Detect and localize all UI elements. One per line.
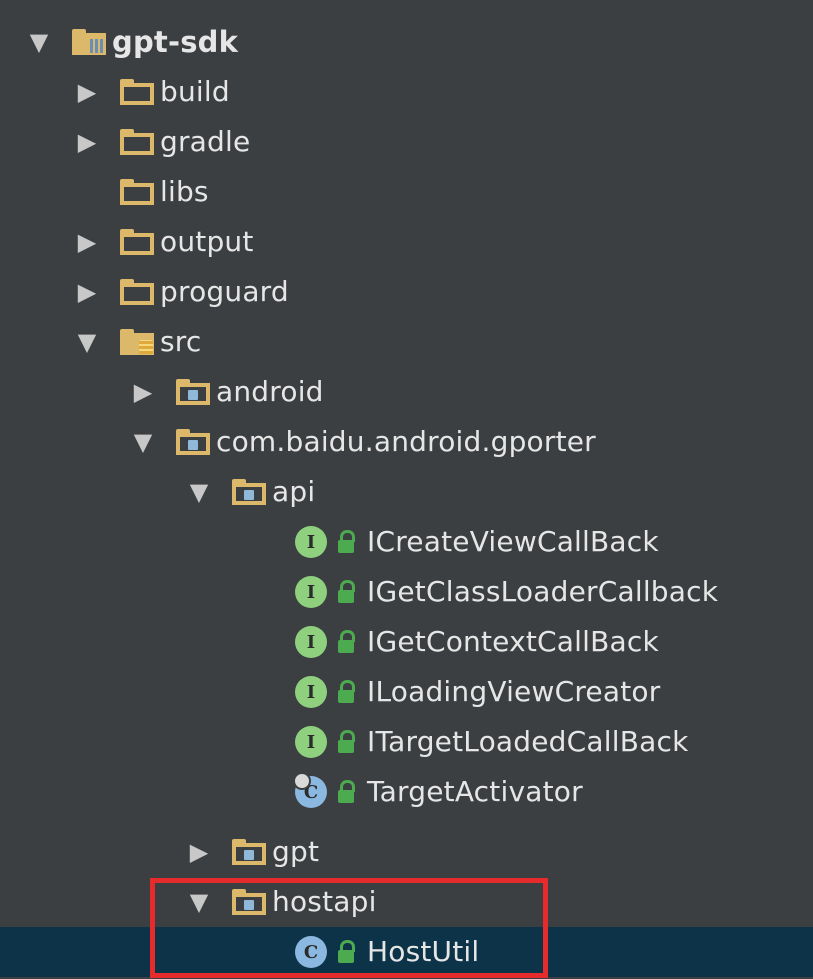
public-lock-icon xyxy=(337,629,355,655)
interface-icon: I xyxy=(295,626,327,658)
tree-node-hostutil[interactable]: C HostUtil xyxy=(0,927,813,977)
folder-icon xyxy=(120,279,154,305)
tree-node-gporter[interactable]: ▼ com.baidu.android.gporter xyxy=(0,417,813,467)
node-label: ITargetLoadedCallBack xyxy=(367,725,689,758)
collapse-arrow-icon[interactable]: ▶ xyxy=(74,217,100,267)
interface-icon: I xyxy=(295,526,327,558)
node-label: com.baidu.android.gporter xyxy=(216,425,596,458)
tree-node-output[interactable]: ▶ output xyxy=(0,217,813,267)
tree-node-libs[interactable]: libs xyxy=(0,167,813,217)
public-lock-icon xyxy=(337,939,355,965)
folder-icon xyxy=(120,179,154,205)
node-label: ICreateViewCallBack xyxy=(367,525,659,558)
expand-arrow-icon[interactable]: ▼ xyxy=(74,317,100,367)
tree-node-icreateviewcallback[interactable]: I ICreateViewCallBack xyxy=(0,517,813,567)
tree-node-src[interactable]: ▼ src xyxy=(0,317,813,367)
tree-node-gpt-sdk[interactable]: ▼ gpt-sdk xyxy=(0,17,813,67)
interface-icon: I xyxy=(295,576,327,608)
tree-node-igetclassloadercallback[interactable]: I IGetClassLoaderCallback xyxy=(0,567,813,617)
expand-arrow-icon[interactable]: ▼ xyxy=(186,877,212,927)
folder-icon xyxy=(120,229,154,255)
tree-node-build[interactable]: ▶ build xyxy=(0,67,813,117)
source-folder-icon xyxy=(120,329,154,355)
public-lock-icon xyxy=(337,579,355,605)
tree-node-targetactivator[interactable]: C TargetActivator xyxy=(0,767,813,817)
folder-icon xyxy=(120,129,154,155)
package-icon xyxy=(232,889,266,915)
public-lock-icon xyxy=(337,529,355,555)
node-label: HostUtil xyxy=(367,935,480,968)
collapse-arrow-icon[interactable]: ▶ xyxy=(130,367,156,417)
node-label: libs xyxy=(160,175,209,208)
node-label: ILoadingViewCreator xyxy=(367,675,661,708)
tree-node-android[interactable]: ▶ android xyxy=(0,367,813,417)
package-icon xyxy=(232,479,266,505)
expand-arrow-icon[interactable]: ▼ xyxy=(130,417,156,467)
package-icon xyxy=(232,839,266,865)
tree-node-igetcontextcallback[interactable]: I IGetContextCallBack xyxy=(0,617,813,667)
interface-icon: I xyxy=(295,676,327,708)
module-folder-icon xyxy=(72,29,106,55)
public-lock-icon xyxy=(337,779,355,805)
public-lock-icon xyxy=(337,729,355,755)
node-label: proguard xyxy=(160,275,289,308)
node-label: android xyxy=(216,375,324,408)
node-label: output xyxy=(160,225,254,258)
collapse-arrow-icon[interactable]: ▶ xyxy=(186,827,212,877)
package-icon xyxy=(176,429,210,455)
tree-node-itargetloadedcallback[interactable]: I ITargetLoadedCallBack xyxy=(0,717,813,767)
node-label: IGetContextCallBack xyxy=(367,625,659,658)
package-icon xyxy=(176,379,210,405)
class-icon: C xyxy=(293,772,327,808)
node-label: hostapi xyxy=(272,885,377,918)
interface-icon: I xyxy=(295,726,327,758)
collapse-arrow-icon[interactable]: ▶ xyxy=(74,117,100,167)
tree-node-iloadingviewcreator[interactable]: I ILoadingViewCreator xyxy=(0,667,813,717)
class-icon: C xyxy=(295,936,327,968)
project-tree: ▼ gpt-sdk ▶ build ▶ gradle libs ▶ output… xyxy=(0,0,813,979)
tree-node-api[interactable]: ▼ api xyxy=(0,467,813,517)
node-label: gpt xyxy=(272,835,320,868)
tree-node-hostapi[interactable]: ▼ hostapi xyxy=(0,877,813,927)
expand-arrow-icon[interactable]: ▼ xyxy=(186,467,212,517)
expand-arrow-icon[interactable]: ▼ xyxy=(26,17,52,67)
node-label: gpt-sdk xyxy=(112,25,239,59)
tree-node-gradle[interactable]: ▶ gradle xyxy=(0,117,813,167)
node-label: build xyxy=(160,75,230,108)
tree-node-proguard[interactable]: ▶ proguard xyxy=(0,267,813,317)
node-label: IGetClassLoaderCallback xyxy=(367,575,719,608)
collapse-arrow-icon[interactable]: ▶ xyxy=(74,267,100,317)
node-label: api xyxy=(272,475,316,508)
collapse-arrow-icon[interactable]: ▶ xyxy=(74,67,100,117)
tree-node-gpt[interactable]: ▶ gpt xyxy=(0,827,813,877)
public-lock-icon xyxy=(337,679,355,705)
node-label: gradle xyxy=(160,125,251,158)
node-label: src xyxy=(160,325,202,358)
folder-icon xyxy=(120,79,154,105)
node-label: TargetActivator xyxy=(367,775,583,808)
